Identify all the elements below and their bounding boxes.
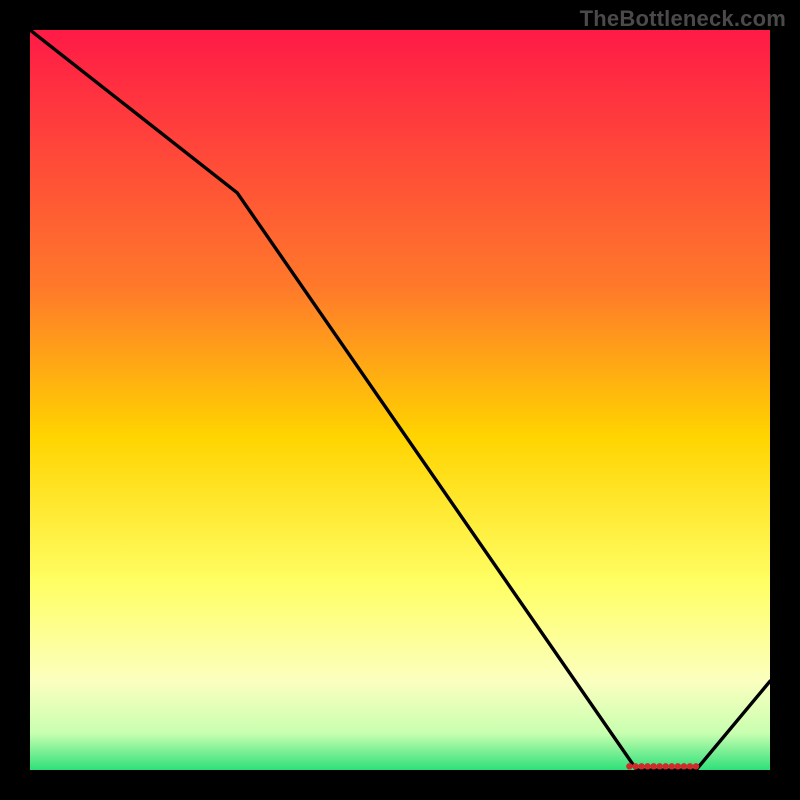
annotation-dot [638,763,644,769]
annotation-dot [644,763,650,769]
chart-svg [30,30,770,770]
annotation-dot [687,763,693,769]
annotation-dot [663,763,669,769]
annotation-dot [693,763,699,769]
watermark-text: TheBottleneck.com [580,6,786,32]
annotation-dot [626,763,632,769]
annotation-dot [681,763,687,769]
annotation-dot [650,763,656,769]
annotation-dot [675,763,681,769]
plot-area [30,30,770,770]
gradient-background [30,30,770,770]
annotation-dot [656,763,662,769]
annotation-dot [669,763,675,769]
chart-container: TheBottleneck.com [0,0,800,800]
annotation-dot [632,763,638,769]
